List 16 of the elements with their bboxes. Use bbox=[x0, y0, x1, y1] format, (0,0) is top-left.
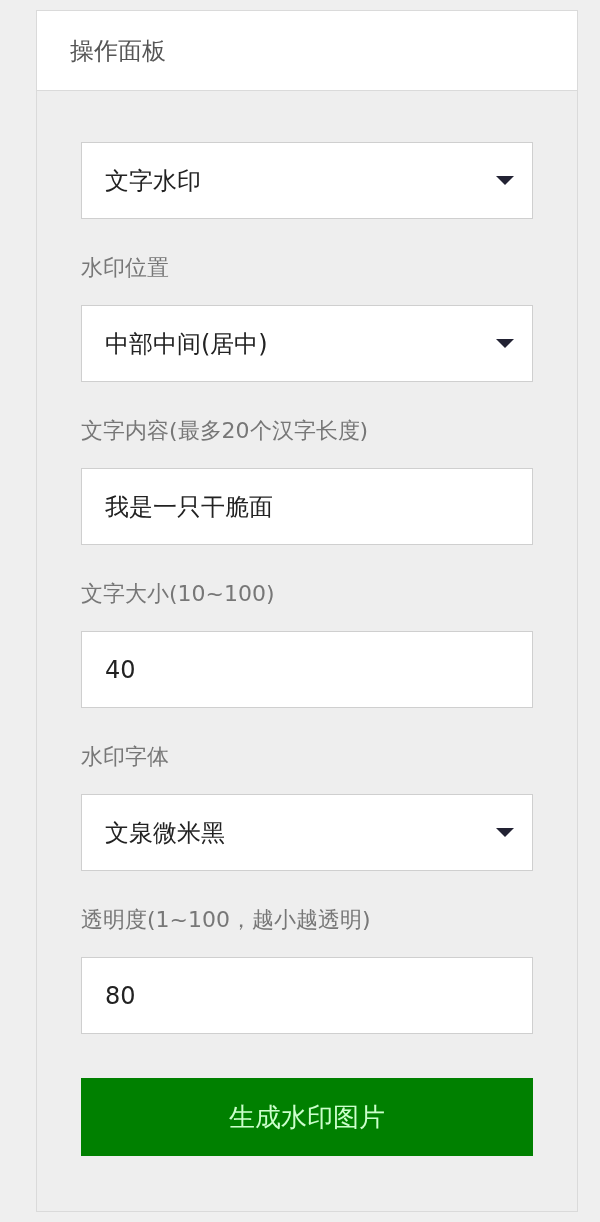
text-field[interactable]: 40 bbox=[81, 631, 533, 708]
caret-icon bbox=[496, 339, 514, 348]
field-label: 文字内容(最多20个汉字长度) bbox=[81, 417, 370, 445]
caret-icon bbox=[496, 176, 514, 185]
caret-icon bbox=[496, 828, 514, 837]
generate-button[interactable]: 生成水印图片 bbox=[81, 1078, 533, 1156]
text-field[interactable]: 80 bbox=[81, 957, 533, 1034]
dropdown[interactable]: 文字水印 bbox=[81, 142, 533, 219]
field-label: 透明度(1~100，越小越透明) bbox=[81, 906, 372, 934]
field-label: 水印位置 bbox=[81, 254, 170, 282]
dropdown[interactable]: 文泉微米黑 bbox=[81, 794, 533, 871]
text-field[interactable]: 我是一只干脆面 bbox=[81, 468, 533, 545]
panel-title: 操作面板 bbox=[70, 35, 166, 67]
dropdown[interactable]: 中部中间(居中) bbox=[81, 305, 533, 382]
field-label: 文字大小(10~100) bbox=[81, 580, 276, 608]
field-label: 水印字体 bbox=[81, 743, 170, 771]
